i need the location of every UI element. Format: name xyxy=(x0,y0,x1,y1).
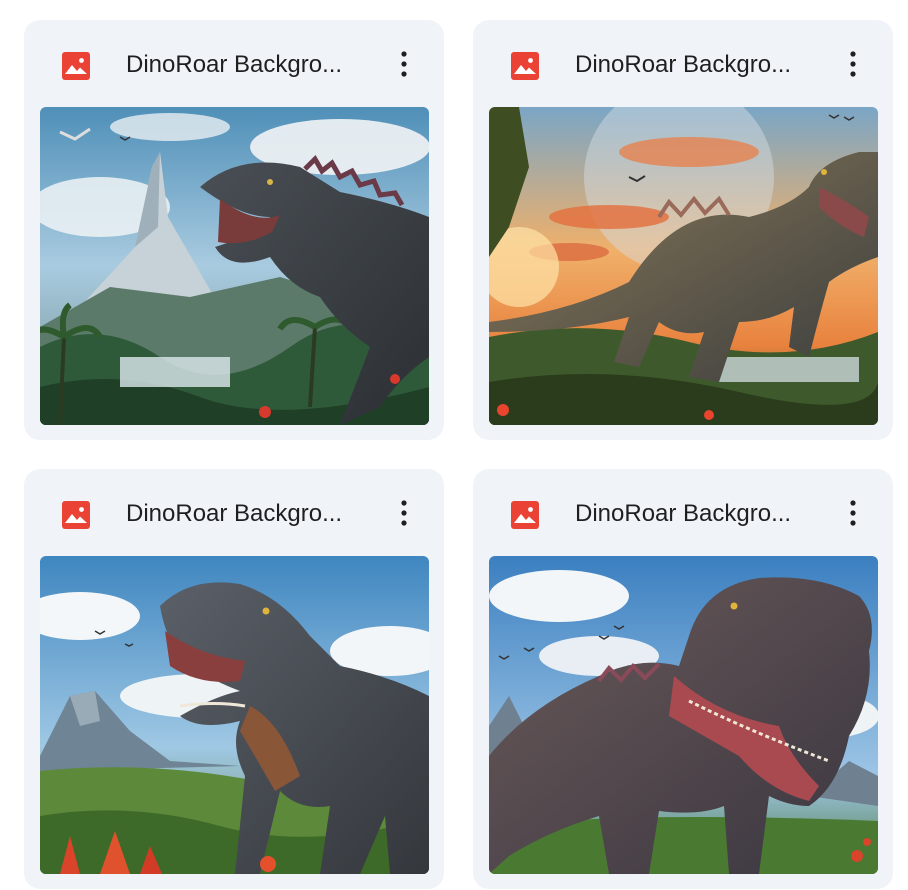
file-thumbnail[interactable] xyxy=(40,107,429,425)
file-title[interactable]: DinoRoar Backgro... xyxy=(575,499,815,529)
dinosaur-thumbnail-image xyxy=(489,556,878,874)
dinosaur-thumbnail-image xyxy=(489,107,878,425)
dinosaur-thumbnail-image xyxy=(40,107,429,425)
file-title[interactable]: DinoRoar Backgro... xyxy=(126,50,366,80)
more-options-button[interactable] xyxy=(388,493,420,533)
file-title[interactable]: DinoRoar Backgro... xyxy=(126,499,366,529)
more-vert-icon xyxy=(850,51,856,77)
dinosaur-thumbnail-image xyxy=(40,556,429,874)
more-vert-icon xyxy=(401,51,407,77)
file-card-header: DinoRoar Backgro... xyxy=(473,20,893,107)
file-title[interactable]: DinoRoar Backgro... xyxy=(575,50,815,80)
file-thumbnail[interactable] xyxy=(40,556,429,874)
image-file-icon xyxy=(511,52,539,80)
more-options-button[interactable] xyxy=(837,44,869,84)
more-vert-icon xyxy=(850,500,856,526)
image-file-icon xyxy=(62,501,90,529)
image-file-icon xyxy=(511,501,539,529)
file-card-header: DinoRoar Backgro... xyxy=(24,20,444,107)
file-thumbnail[interactable] xyxy=(489,556,878,874)
file-card[interactable]: DinoRoar Backgro... xyxy=(24,469,444,889)
file-thumbnail[interactable] xyxy=(489,107,878,425)
more-vert-icon xyxy=(401,500,407,526)
file-card[interactable]: DinoRoar Backgro... xyxy=(24,20,444,440)
more-options-button[interactable] xyxy=(837,493,869,533)
file-card[interactable]: DinoRoar Backgro... xyxy=(473,469,893,889)
file-card-header: DinoRoar Backgro... xyxy=(24,469,444,556)
file-card-header: DinoRoar Backgro... xyxy=(473,469,893,556)
more-options-button[interactable] xyxy=(388,44,420,84)
image-file-icon xyxy=(62,52,90,80)
file-card[interactable]: DinoRoar Backgro... xyxy=(473,20,893,440)
